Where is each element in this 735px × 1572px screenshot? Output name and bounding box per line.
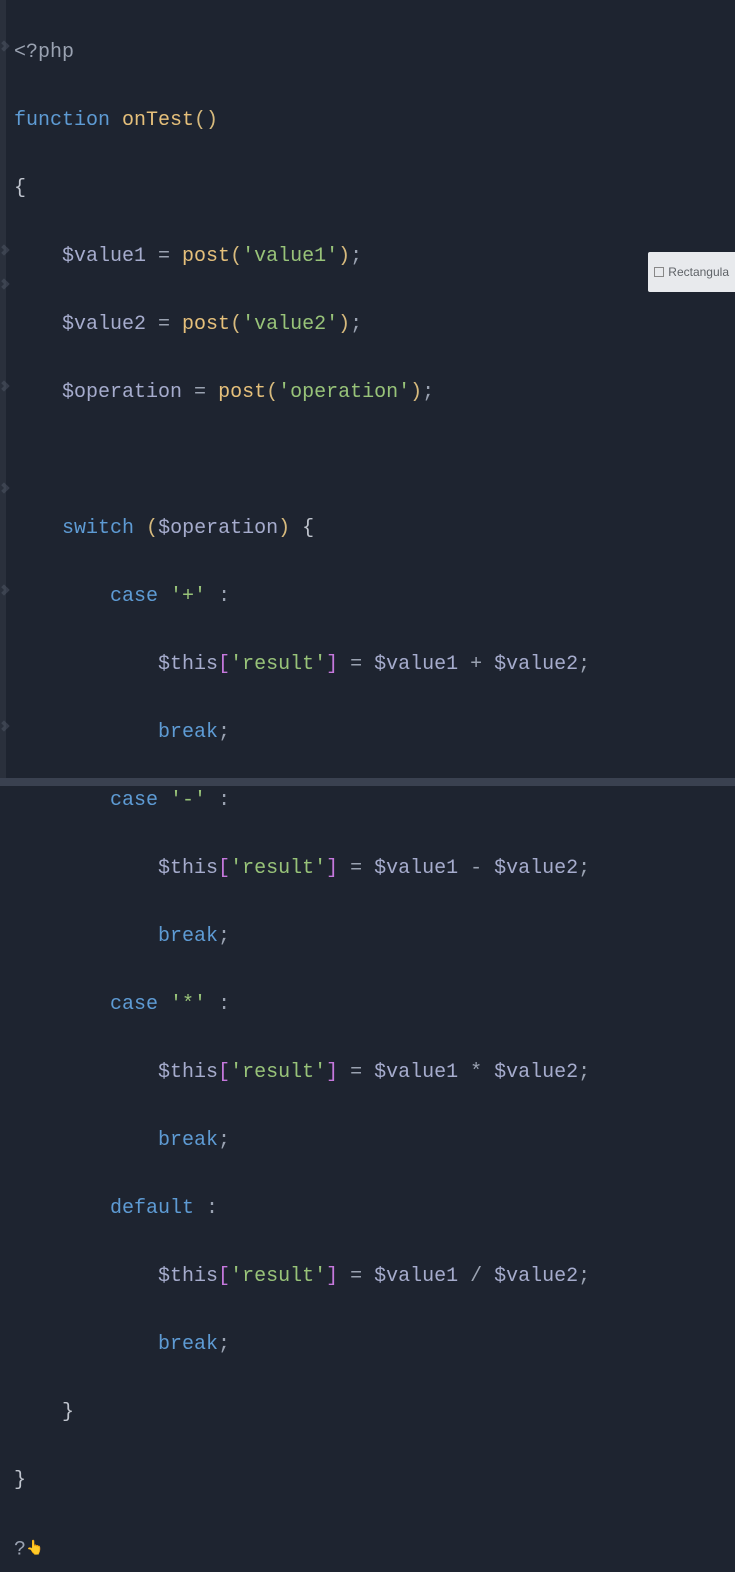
brace-close: } [62,1401,74,1424]
rectangular-snip-button[interactable]: Rectangula [648,252,735,292]
keyword-break: break [158,1129,218,1152]
string-literal: 'operation' [278,381,410,404]
string-literal: '-' [170,789,206,812]
keyword-function: function [14,109,110,132]
keyword-break: break [158,721,218,744]
function-call: post [182,313,230,336]
variable: $operation [158,517,278,540]
string-literal: '+' [170,585,206,608]
php-open-tag: <?php [14,41,74,64]
variable: $value2 [62,313,146,336]
keyword-switch: switch [62,517,134,540]
keyword-case: case [110,585,158,608]
string-literal: 'value2' [242,313,338,336]
variable: $value1 [62,245,146,268]
keyword-case: case [110,993,158,1016]
brace-open: { [14,177,26,200]
string-literal: 'value1' [242,245,338,268]
keyword-break: break [158,925,218,948]
variable: $operation [62,381,182,404]
parens: () [194,109,218,132]
rect-label: Rectangula [668,255,729,289]
string-literal: '*' [170,993,206,1016]
keyword-default: default [110,1197,194,1220]
keyword-break: break [158,1333,218,1356]
keyword-case: case [110,789,158,812]
function-call: post [218,381,266,404]
variable-this: $this [158,857,218,880]
variable-this: $this [158,653,218,676]
function-call: post [182,245,230,268]
status-bar [0,778,735,786]
string-literal: 'result' [230,653,326,676]
function-name: onTest [122,109,194,132]
php-close-tag: ? [14,1538,26,1561]
code-editor[interactable]: <?php function onTest() { $value1 = post… [0,0,735,1572]
variable-this: $this [158,1061,218,1084]
brace-close: } [14,1469,26,1492]
variable-this: $this [158,1265,218,1288]
pointer-icon: 👆 [26,1541,43,1557]
